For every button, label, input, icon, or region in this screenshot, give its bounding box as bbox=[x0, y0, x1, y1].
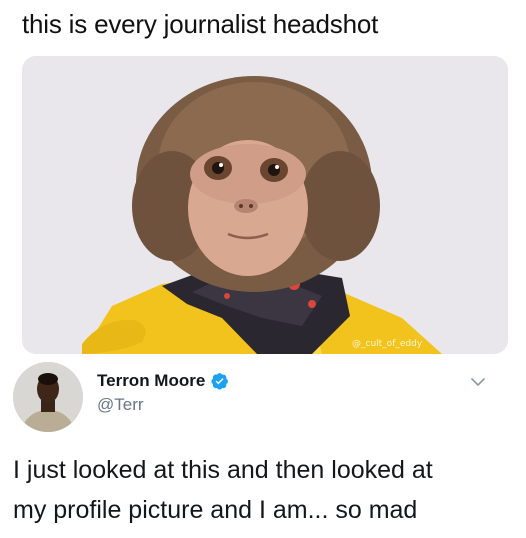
tweet-header: Terron Moore @Terr bbox=[0, 362, 526, 434]
avatar[interactable] bbox=[13, 362, 83, 432]
monkey-photo: @_cult_of_eddy bbox=[22, 56, 508, 354]
user-handle[interactable]: @Terr bbox=[97, 394, 144, 416]
tweet-text-line: I just looked at this and then looked at bbox=[13, 456, 433, 484]
chevron-down-icon[interactable] bbox=[468, 372, 488, 392]
profile-photo bbox=[13, 362, 83, 432]
display-name[interactable]: Terron Moore bbox=[97, 370, 205, 392]
verified-badge-icon bbox=[211, 372, 229, 390]
meme-caption: this is every journalist headshot bbox=[22, 9, 379, 39]
name-row: Terron Moore bbox=[97, 370, 229, 392]
tweet-text-line: my profile picture and I am... so mad bbox=[13, 496, 418, 524]
monkey-illustration: @_cult_of_eddy bbox=[22, 56, 508, 354]
photo-watermark: @_cult_of_eddy bbox=[352, 339, 423, 349]
tweet-text: I just looked at this and then looked at… bbox=[13, 450, 513, 530]
